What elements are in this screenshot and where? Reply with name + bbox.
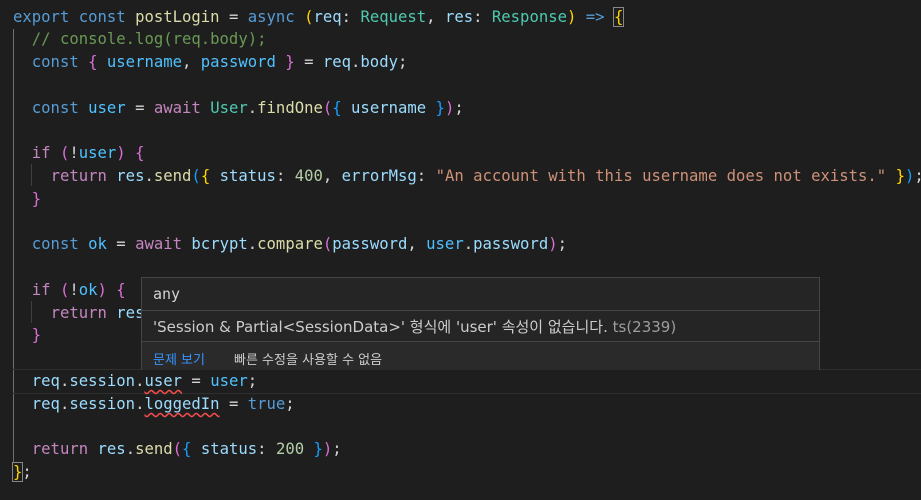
code-line-17[interactable]: req.session.user = user; bbox=[13, 370, 257, 392]
no-quick-fix-label: 빠른 수정을 사용할 수 없음 bbox=[234, 353, 383, 368]
code-line-8[interactable]: return res.send({ status: 400, errorMsg:… bbox=[13, 165, 921, 187]
code-line-5[interactable]: const user = await User.findOne({ userna… bbox=[13, 97, 464, 119]
code-line-9[interactable]: } bbox=[13, 188, 41, 210]
code-line-14[interactable]: return res bbox=[13, 302, 145, 324]
code-line-20[interactable]: return res.send({ status: 200 }); bbox=[13, 438, 342, 460]
code-editor[interactable]: export const postLogin = async (req: Req… bbox=[0, 0, 921, 500]
code-line-15[interactable]: } bbox=[13, 324, 41, 346]
error-message-text: 'Session & Partial<SessionData>' 형식에 'us… bbox=[153, 318, 608, 336]
code-line-11[interactable]: const ok = await bcrypt.compare(password… bbox=[13, 233, 567, 255]
hover-actions-bar: 문제 보기 빠른 수정을 사용할 수 없음 bbox=[142, 342, 819, 370]
hover-type-signature: any bbox=[153, 285, 181, 303]
hover-error-message: 'Session & Partial<SessionData>' 형식에 'us… bbox=[153, 316, 676, 337]
code-line-1[interactable]: export const postLogin = async (req: Req… bbox=[13, 6, 625, 28]
code-line-18[interactable]: req.session.loggedIn = true; bbox=[13, 393, 295, 415]
code-line-2[interactable]: // console.log(req.body); bbox=[13, 28, 267, 50]
code-line-7[interactable]: if (!user) { bbox=[13, 142, 145, 164]
code-line-3[interactable]: const { username, password } = req.body; bbox=[13, 51, 408, 73]
hover-tooltip: any 'Session & Partial<SessionData>' 형식에… bbox=[141, 277, 820, 370]
code-line-21[interactable]: }; bbox=[11, 461, 32, 483]
code-line-13[interactable]: if (!ok) { bbox=[13, 279, 126, 301]
error-code: ts(2339) bbox=[612, 318, 677, 336]
view-problem-link[interactable]: 문제 보기 bbox=[153, 349, 205, 368]
hover-divider bbox=[142, 310, 819, 311]
